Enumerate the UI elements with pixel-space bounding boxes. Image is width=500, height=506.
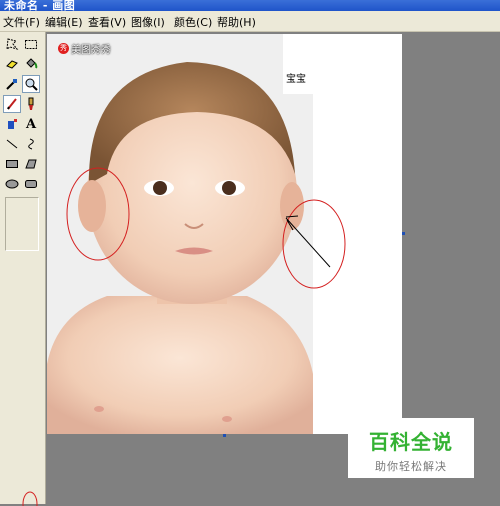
ellipse-icon[interactable]	[3, 175, 21, 193]
curve-icon[interactable]	[22, 135, 40, 153]
photo-brand-mark: 秀 美图秀秀	[58, 40, 111, 56]
resize-handle-right[interactable]	[402, 232, 405, 235]
fill-icon[interactable]	[22, 55, 40, 73]
menu-file[interactable]: 文件(F)	[3, 14, 40, 30]
watermark: 百科全说 助你轻松解决	[348, 418, 474, 478]
airbrush-icon[interactable]	[3, 115, 21, 133]
annotation-arrow-circle	[282, 199, 346, 289]
rectangle-icon[interactable]	[3, 155, 21, 173]
menu-edit[interactable]: 编辑(E)	[45, 14, 83, 30]
title-bar: 未命名 - 画图	[0, 0, 500, 11]
annotation-pencil-arrow	[285, 215, 331, 268]
menu-colors[interactable]: 颜色(C)	[174, 14, 212, 30]
text-icon[interactable]: A	[22, 115, 40, 133]
resize-handle-bottom[interactable]	[223, 434, 226, 437]
brush-icon[interactable]	[22, 95, 40, 113]
toolbox: A	[0, 32, 46, 504]
free-select-icon[interactable]	[3, 35, 21, 53]
eyedropper-icon[interactable]	[3, 75, 21, 93]
polygon-icon[interactable]	[22, 155, 40, 173]
menu-bar: 文件(F) 编辑(E) 查看(V) 图像(I) 颜色(C) 帮助(H)	[0, 11, 500, 32]
annotation-partial-circle	[22, 491, 38, 506]
rounded-rect-icon[interactable]	[22, 175, 40, 193]
menu-image[interactable]: 图像(I)	[131, 14, 165, 30]
magnifier-icon[interactable]	[22, 75, 40, 93]
canvas-label-text: 宝宝	[286, 74, 306, 85]
watermark-subtitle: 助你轻松解决	[375, 460, 447, 473]
tool-options-panel[interactable]	[5, 197, 39, 251]
annotation-layer	[66, 167, 346, 289]
drawing-canvas[interactable]: 宝宝	[47, 34, 402, 434]
line-icon[interactable]	[3, 135, 21, 153]
window-title: 未命名 - 画图	[4, 0, 76, 11]
eraser-icon[interactable]	[3, 55, 21, 73]
menu-view[interactable]: 查看(V)	[88, 14, 126, 30]
annotation-ear-circle	[66, 167, 130, 261]
brand-text: 美图秀秀	[71, 44, 111, 56]
watermark-title: 百科全说	[369, 430, 453, 454]
brand-badge-icon: 秀	[58, 42, 69, 54]
menu-help[interactable]: 帮助(H)	[217, 14, 256, 30]
rect-select-icon[interactable]	[22, 35, 40, 53]
pencil-icon[interactable]	[3, 95, 21, 113]
